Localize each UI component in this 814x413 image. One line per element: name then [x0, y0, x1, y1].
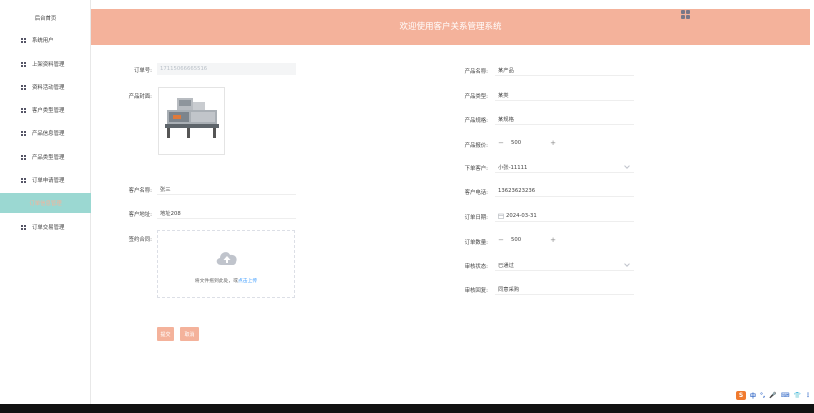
grid-menu-icon: [21, 224, 27, 230]
sidebar-item-label: 客户类型管理: [32, 108, 65, 114]
sidebar-item-label: 订单交易管理: [32, 225, 65, 231]
customer-phone-input[interactable]: 13623623236: [495, 185, 634, 197]
increment-button[interactable]: +: [547, 236, 559, 244]
sidebar-item-listing-data[interactable]: 上架资料管理: [0, 54, 91, 74]
grid-menu-icon: [21, 154, 27, 160]
sidebar-item-label: 资料活动管理: [32, 85, 65, 91]
customer-name-label: 客户名称:: [128, 188, 152, 194]
product-name-label: 产品名称:: [464, 69, 488, 75]
customer-address-input[interactable]: 地址208: [157, 207, 296, 219]
upload-hint-text: 将文件拖到此处，或: [194, 279, 238, 284]
screen-bottom-bar: [0, 404, 814, 413]
order-quantity-value[interactable]: 500: [507, 237, 547, 243]
chevron-down-icon: [624, 163, 630, 169]
audit-reply-label: 审核回复:: [464, 288, 488, 294]
sogou-ime-icon[interactable]: S: [736, 390, 746, 400]
audit-status-value: 已通过: [498, 262, 514, 269]
sidebar-item-product-types[interactable]: 产品类型管理: [0, 147, 91, 167]
order-customer-label: 下单客户:: [464, 166, 488, 172]
grid-menu-icon: [21, 130, 27, 136]
sidebar-item-label: 产品信息管理: [32, 131, 65, 137]
keyboard-icon[interactable]: ⌨: [781, 392, 790, 399]
product-name-input[interactable]: 某产品: [495, 64, 634, 76]
decrement-button[interactable]: −: [495, 236, 507, 244]
audit-status-label: 审核状态:: [464, 264, 488, 270]
contract-label: 签约合同:: [128, 237, 152, 243]
sidebar-item-home[interactable]: 后台首页: [0, 8, 91, 28]
decrement-button[interactable]: −: [495, 139, 507, 147]
chevron-down-icon: [624, 261, 630, 267]
ime-language-indicator[interactable]: 中: [750, 391, 756, 400]
sidebar-item-order-transactions[interactable]: 订单交易管理: [0, 217, 91, 237]
more-icon[interactable]: ⋮: [805, 392, 811, 399]
grid-menu-icon: [21, 177, 27, 183]
grid-menu-icon: [21, 107, 27, 113]
sidebar-item-product-info[interactable]: 产品信息管理: [0, 123, 91, 143]
order-quantity-stepper[interactable]: − 500 +: [495, 234, 559, 246]
upload-cloud-icon: [216, 252, 237, 265]
cancel-button[interactable]: 取消: [180, 327, 199, 341]
contract-upload-dropzone[interactable]: 将文件拖到此处，或点击上传: [157, 230, 295, 298]
product-image-label: 产品封面:: [128, 94, 152, 100]
submit-button[interactable]: 提交: [157, 327, 174, 341]
sidebar-item-label: 订单申请管理: [32, 178, 65, 184]
machine-image-icon: [165, 98, 219, 138]
order-no-input: 17115066665516: [157, 63, 296, 75]
product-spec-label: 产品规格:: [464, 118, 488, 124]
grid-menu-icon: [21, 84, 27, 90]
app-logo-icon: [681, 10, 692, 19]
product-image: [158, 87, 225, 155]
audit-status-select[interactable]: 已通过: [495, 259, 634, 271]
upload-link[interactable]: 点击上传: [238, 279, 257, 284]
sidebar-item-label: 产品类型管理: [32, 155, 65, 161]
sidebar-item-label: 系统用户: [32, 38, 54, 44]
product-price-label: 产品报价:: [464, 143, 488, 149]
page-header: 欢迎使用客户关系管理系统: [91, 9, 810, 45]
product-type-label: 产品类型:: [464, 94, 488, 100]
order-customer-value: 小张-11111: [498, 164, 528, 171]
upload-hint: 将文件拖到此处，或点击上传: [158, 277, 294, 284]
ime-punctuation-icon[interactable]: °,: [760, 392, 765, 399]
product-price-value[interactable]: 500: [507, 140, 547, 146]
order-quantity-label: 订单数量:: [464, 240, 488, 246]
sidebar-item-label: 订单信息管理: [29, 201, 62, 207]
product-spec-input[interactable]: 某规格: [495, 113, 634, 125]
grid-menu-icon: [21, 61, 27, 67]
calendar-icon: [498, 213, 504, 219]
microphone-icon[interactable]: 🎤: [769, 392, 776, 399]
page-title: 欢迎使用客户关系管理系统: [399, 22, 502, 32]
sidebar-item-system-users[interactable]: 系统用户: [0, 30, 91, 50]
audit-reply-input[interactable]: 同意采购: [495, 283, 634, 295]
customer-name-input[interactable]: 张三: [157, 183, 296, 195]
order-customer-select[interactable]: 小张-11111: [495, 161, 634, 173]
customer-address-label: 客户地址:: [128, 212, 152, 218]
customer-phone-label: 客户电话:: [464, 190, 488, 196]
order-date-picker[interactable]: 2024-03-31: [495, 210, 634, 222]
grid-menu-icon: [21, 37, 27, 43]
order-date-value: 2024-03-31: [506, 212, 537, 219]
order-no-label: 订单号:: [134, 68, 152, 74]
skin-icon[interactable]: 👕: [793, 392, 800, 399]
product-price-stepper[interactable]: − 500 +: [495, 137, 559, 149]
sidebar-item-order-applications[interactable]: 订单申请管理: [0, 170, 91, 190]
sidebar-item-label: 后台首页: [34, 16, 57, 22]
sidebar-item-order-info[interactable]: 订单信息管理: [0, 193, 91, 213]
sidebar-item-activity-data[interactable]: 资料活动管理: [0, 77, 91, 97]
sidebar-item-label: 上架资料管理: [32, 62, 65, 68]
order-date-label: 订单日期:: [464, 215, 488, 221]
system-tray: S 中 °, 🎤 ⌨ 👕 ⋮: [736, 390, 811, 400]
increment-button[interactable]: +: [547, 139, 559, 147]
sidebar: 后台首页 系统用户 上架资料管理 资料活动管理 客户类型管理 产品信息管理 产品…: [0, 0, 91, 404]
sidebar-item-customer-types[interactable]: 客户类型管理: [0, 100, 91, 120]
product-type-input[interactable]: 某类: [495, 89, 634, 101]
